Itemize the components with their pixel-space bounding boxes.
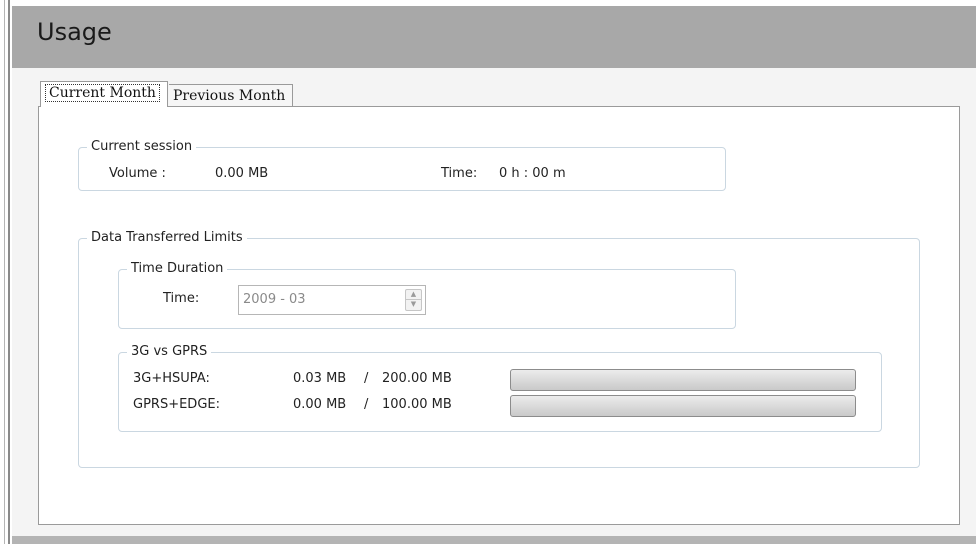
network-row-limit: 100.00 MB [382, 397, 452, 412]
spin-up-arrow-icon[interactable]: ▲ [405, 289, 422, 300]
network-row-limit: 200.00 MB [382, 371, 452, 386]
tab-previous-month-label: Previous Month [173, 88, 286, 104]
tab-current-month[interactable]: Current Month [40, 81, 168, 107]
volume-value: 0.00 MB [215, 166, 269, 181]
network-legend: 3G vs GPRS [127, 343, 212, 361]
time-duration-legend: Time Duration [127, 260, 228, 278]
page-title: Usage [37, 18, 112, 46]
network-progress-bar [510, 395, 856, 417]
tab-previous-month[interactable]: Previous Month [169, 84, 293, 108]
month-spinner[interactable]: 2009 - 03 ▲ ▼ [238, 285, 426, 315]
data-limits-legend: Data Transferred Limits [87, 229, 247, 247]
page-header: Usage [12, 6, 976, 68]
data-limits-group: Data Transferred Limits Time Duration Ti… [78, 229, 920, 468]
spin-down-arrow-icon[interactable]: ▼ [405, 300, 422, 311]
network-row-used: 0.00 MB [293, 397, 347, 412]
spinner-buttons: ▲ ▼ [405, 289, 422, 311]
window-bottom-border [12, 536, 976, 544]
network-group: 3G vs GPRS 3G+HSUPA: 0.03 MB / 200.00 MB… [118, 343, 882, 432]
time-duration-group: Time Duration Time: 2009 - 03 ▲ ▼ [118, 260, 736, 329]
volume-label: Volume : [109, 166, 166, 181]
current-session-group: Current session Volume : 0.00 MB Time: 0… [78, 138, 726, 191]
month-spinner-value: 2009 - 03 [243, 292, 306, 307]
time-label: Time: [441, 166, 478, 181]
network-progress-bar [510, 369, 856, 391]
network-row-separator: / [364, 397, 369, 412]
network-row-label: GPRS+EDGE: [133, 397, 220, 412]
window-left-border [0, 0, 12, 544]
network-row-separator: / [364, 371, 369, 386]
tab-panel: Current session Volume : 0.00 MB Time: 0… [38, 106, 960, 525]
network-row-used: 0.03 MB [293, 371, 347, 386]
current-session-legend: Current session [87, 138, 197, 156]
network-row-label: 3G+HSUPA: [133, 371, 210, 386]
session-time-value: 0 h : 00 m [499, 166, 566, 181]
tab-current-month-label: Current Month [45, 84, 160, 102]
duration-time-label: Time: [163, 291, 200, 306]
